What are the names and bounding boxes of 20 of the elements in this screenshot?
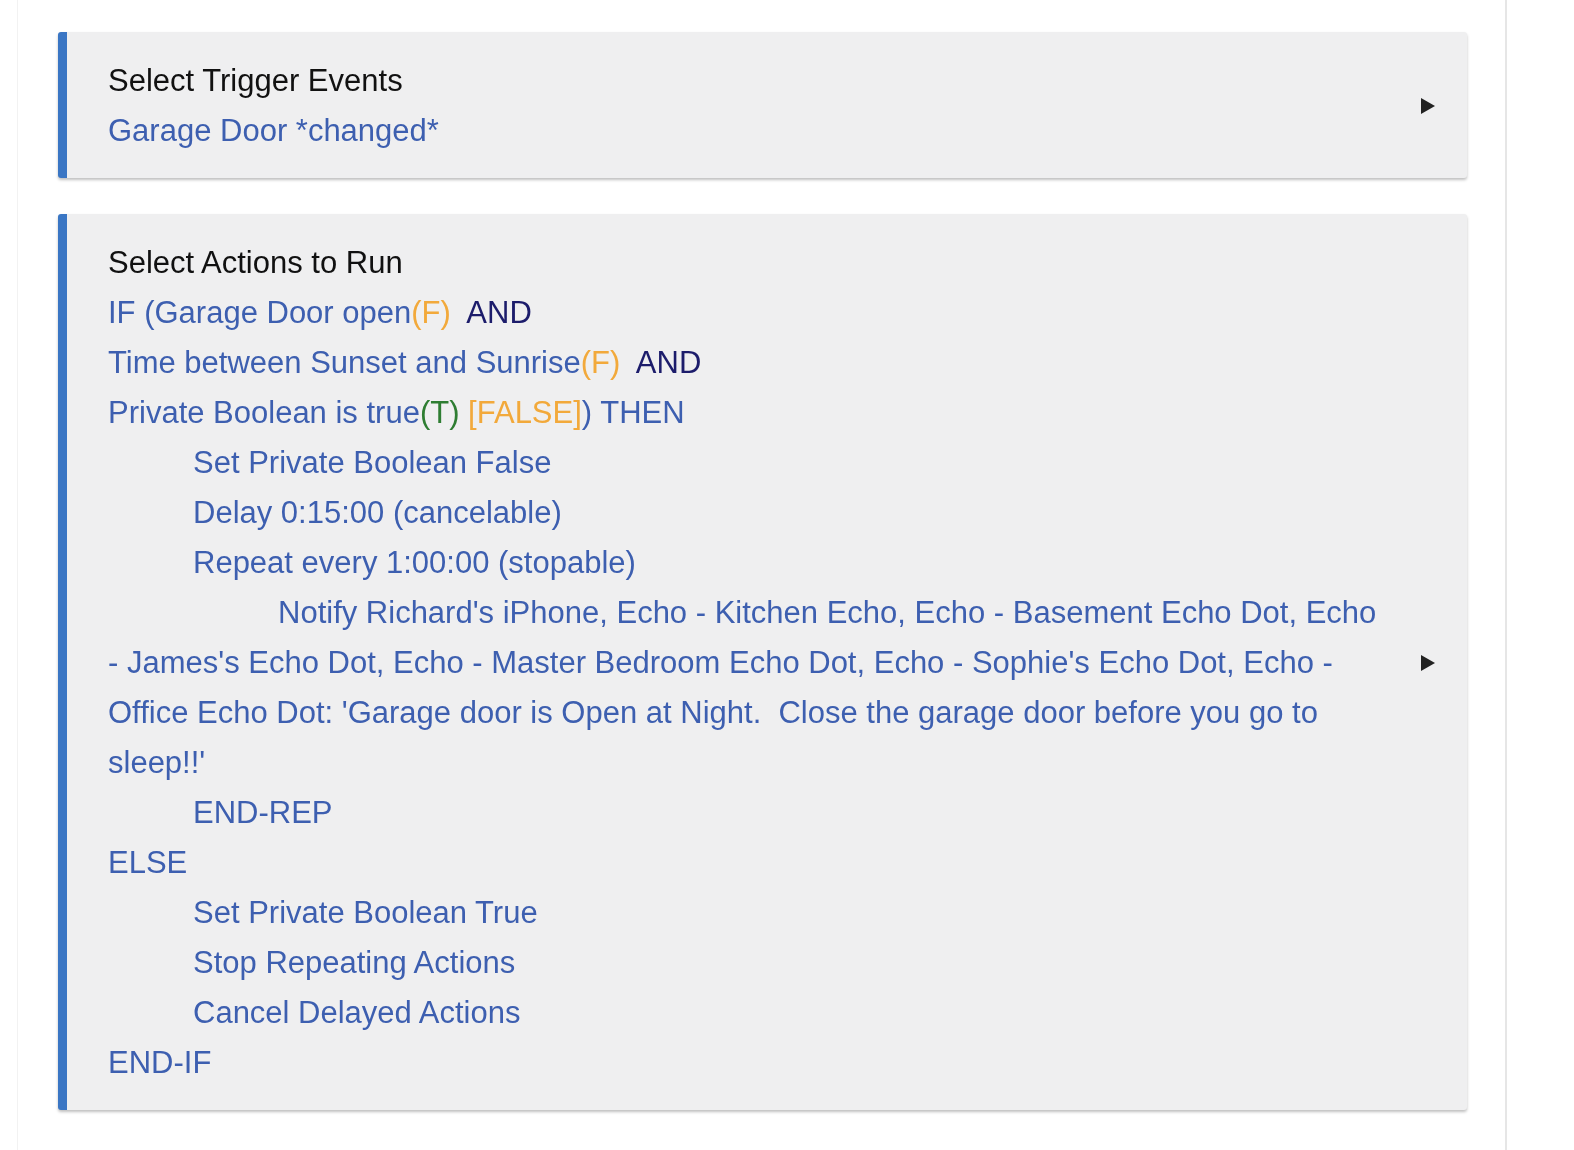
rule-section-card[interactable] (58, 214, 1467, 1110)
action-line: Private Boolean is true(T) [FALSE]) THEN (108, 394, 686, 432)
action-line: END-IF (108, 1044, 213, 1082)
expand-arrow-icon[interactable] (1419, 96, 1437, 116)
expand-arrow-icon[interactable] (1419, 653, 1437, 673)
section-title: Select Trigger Events (108, 62, 404, 100)
action-line: Notify Richard's iPhone, Echo - Kitchen Echo, Echo - Basement Echo Dot, Echo - James's Echo Dot, Echo - Master Bedroom Echo Dot, Echo - Sophie's Echo Dot, Echo - Office Echo Dot: 'Garage door is Open at Night. Close the garage door before you go to sleep!!' (108, 594, 1378, 782)
action-line: END-REP (192, 794, 334, 832)
action-line: Repeat every 1:00:00 (stopable) (192, 544, 637, 582)
action-line: ELSE (108, 844, 189, 882)
action-line: Set Private Boolean True (192, 894, 539, 932)
action-line: IF (Garage Door open(F) AND (108, 294, 533, 332)
rule-section-card[interactable]: Select Trigger Events Garage Door *changed* (58, 32, 1467, 178)
action-line: Cancel Delayed Actions (192, 994, 522, 1032)
action-line: Time between Sunset and Sunrise(F) AND (108, 344, 703, 382)
action-line: Set Private Boolean False (192, 444, 553, 482)
action-line: Delay 0:15:00 (cancelable) (192, 494, 563, 532)
action-line: Stop Repeating Actions (192, 944, 517, 982)
action-line: Garage Door *changed* (108, 112, 440, 150)
section-title: Select Actions to Run (108, 244, 404, 282)
